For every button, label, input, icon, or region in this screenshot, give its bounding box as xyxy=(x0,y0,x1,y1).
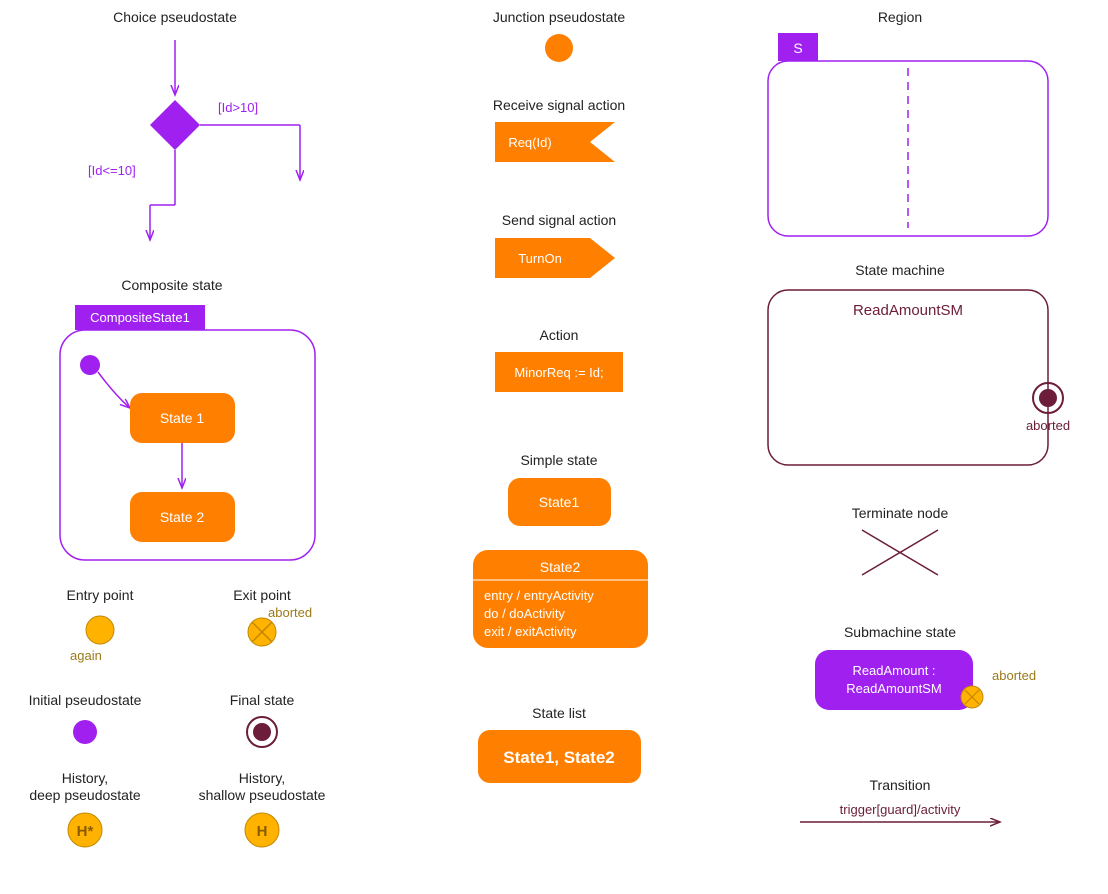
state-machine-name: ReadAmountSM xyxy=(853,302,963,319)
region-label: S xyxy=(793,40,802,56)
junction-circle xyxy=(545,34,573,62)
send-signal-label: TurnOn xyxy=(518,251,562,266)
composite-state1-label: State 1 xyxy=(160,410,205,426)
state-list-label: State1, State2 xyxy=(503,748,615,767)
composite-initial-arrow xyxy=(98,372,130,408)
state-machine-exit-label: aborted xyxy=(1026,418,1070,433)
history-shallow-title1: History, xyxy=(239,770,285,786)
simple-state-title: Simple state xyxy=(520,452,597,468)
state2-detail-name: State2 xyxy=(540,559,581,575)
entry-point-circle xyxy=(86,616,114,644)
choice-guard-right: [Id>10] xyxy=(218,100,258,115)
send-signal-title: Send signal action xyxy=(502,212,616,228)
simple-state-label: State1 xyxy=(539,494,580,510)
state2-detail-entry: entry / entryActivity xyxy=(484,588,594,603)
region-title: Region xyxy=(878,9,922,25)
diagram-canvas: Choice pseudostate [Id>10] [Id<=10] Comp… xyxy=(0,0,1108,889)
state2-detail-do: do / doActivity xyxy=(484,606,565,621)
receive-signal-label: Req(Id) xyxy=(508,135,551,150)
state2-detail-exit: exit / exitActivity xyxy=(484,624,577,639)
history-deep-title1: History, xyxy=(62,770,108,786)
initial-pseudostate-title: Initial pseudostate xyxy=(29,692,142,708)
final-state-inner xyxy=(253,723,271,741)
choice-guard-down: [Id<=10] xyxy=(88,163,136,178)
state-list-title: State list xyxy=(532,705,586,721)
entry-point-label: again xyxy=(70,648,102,663)
submachine-label2: ReadAmountSM xyxy=(846,681,941,696)
history-shallow-label: H xyxy=(257,823,268,840)
exit-point-title: Exit point xyxy=(233,587,291,603)
transition-title: Transition xyxy=(870,777,931,793)
action-title: Action xyxy=(540,327,579,343)
action-label: MinorReq := Id; xyxy=(514,365,603,380)
composite-state2-label: State 2 xyxy=(160,509,205,525)
history-deep-title2: deep pseudostate xyxy=(29,787,141,803)
submachine-exit-label: aborted xyxy=(992,668,1036,683)
choice-diamond xyxy=(150,100,200,150)
junction-title: Junction pseudostate xyxy=(493,9,626,25)
submachine-box xyxy=(815,650,973,710)
terminate-node-title: Terminate node xyxy=(852,505,949,521)
composite-initial xyxy=(80,355,100,375)
composite-state-name: CompositeState1 xyxy=(90,310,190,325)
composite-state-title: Composite state xyxy=(121,277,222,293)
state-machine-exit-inner xyxy=(1039,389,1057,407)
exit-point-label: aborted xyxy=(268,605,312,620)
history-shallow-title2: shallow pseudostate xyxy=(199,787,326,803)
entry-point-title: Entry point xyxy=(67,587,134,603)
transition-label: trigger[guard]/activity xyxy=(840,802,961,817)
submachine-title: Submachine state xyxy=(844,624,956,640)
choice-pseudostate-title: Choice pseudostate xyxy=(113,9,237,25)
initial-pseudostate-circle xyxy=(73,720,97,744)
receive-signal-title: Receive signal action xyxy=(493,97,625,113)
state-machine-title: State machine xyxy=(855,262,945,278)
final-state-title: Final state xyxy=(230,692,295,708)
history-deep-label: H* xyxy=(77,823,94,840)
submachine-label1: ReadAmount : xyxy=(852,663,935,678)
